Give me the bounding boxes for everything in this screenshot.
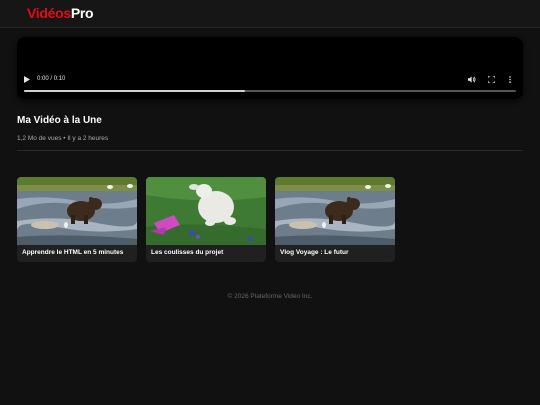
duration: 0:10: [53, 76, 66, 82]
volume-button[interactable]: [468, 73, 478, 85]
play-button[interactable]: [24, 73, 32, 85]
progress-bar[interactable]: [24, 90, 516, 92]
video-card-title: Vlog Voyage : Le futur: [280, 249, 349, 256]
divider: [17, 150, 523, 151]
video-title: Ma Vidéo à la Une: [17, 115, 102, 126]
progress-fill: [24, 90, 246, 92]
footer-copyright: © 2026 Plateforme Vidéo Inc.: [227, 293, 313, 300]
top-bar: VidéosPro: [0, 0, 540, 28]
current-time: 0:00: [37, 76, 49, 82]
video-meta: 1,2 Mo de vues • Il y a 2 heures: [17, 135, 109, 142]
more-vertical-icon: [509, 75, 511, 83]
fullscreen-icon: [488, 75, 495, 83]
fullscreen-button[interactable]: [488, 73, 498, 85]
bear-in-river-thumbnail: [17, 177, 137, 245]
logo-text-videos: Vidéos: [27, 5, 71, 21]
video-card-title: Les coulisses du projet: [151, 249, 224, 256]
time-display: 0:00 / 0:10: [37, 76, 66, 82]
bear-in-river-thumbnail: [275, 177, 395, 245]
video-card[interactable]: Vlog Voyage : Le futur: [275, 177, 395, 262]
play-icon: [24, 75, 30, 83]
logo-text-pro: Pro: [70, 5, 94, 21]
more-options-button[interactable]: [509, 73, 515, 85]
volume-icon: [468, 75, 476, 83]
site-logo[interactable]: VidéosPro: [27, 5, 94, 21]
rabbit-on-grass-thumbnail: [146, 177, 266, 245]
video-card-title: Apprendre le HTML en 5 minutes: [22, 249, 124, 256]
video-card[interactable]: Les coulisses du projet: [146, 177, 266, 262]
video-card[interactable]: Apprendre le HTML en 5 minutes: [17, 177, 137, 262]
